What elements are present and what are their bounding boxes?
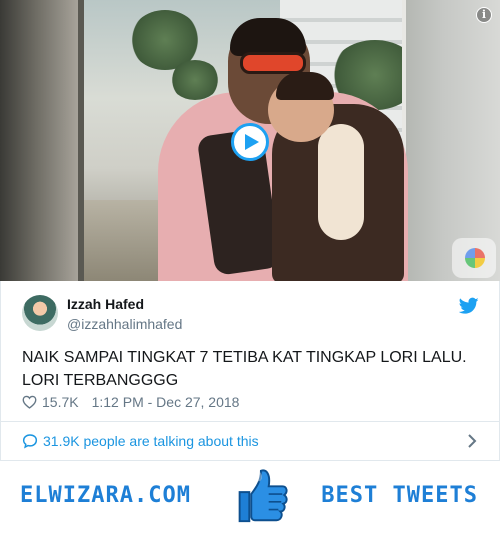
heart-icon[interactable] (22, 395, 37, 409)
tweet-card: Izzah Hafed @izzahhalimhafed NAIK SAMPAI… (0, 281, 500, 421)
video-door-frame (0, 0, 78, 281)
banner-tagline: BEST TWEETS (321, 483, 478, 508)
site-name[interactable]: ELWIZARA.COM (20, 483, 191, 508)
tweet-timestamp[interactable]: 1:12 PM - Dec 27, 2018 (92, 394, 240, 410)
user-name[interactable]: Izzah Hafed (67, 296, 144, 312)
thumbs-up-icon (238, 469, 288, 523)
avatar[interactable] (22, 295, 58, 331)
info-button[interactable]: i (476, 7, 492, 23)
video-background-tree (170, 60, 220, 100)
video-sunglasses (240, 52, 306, 74)
video-watermark-logo (452, 238, 496, 278)
user-handle[interactable]: @izzahhalimhafed (67, 316, 182, 332)
conversation-link[interactable]: 31.9K people are talking about this (0, 421, 500, 461)
conversation-label[interactable]: 31.9K people are talking about this (43, 433, 259, 449)
tweet-meta: 15.7K 1:12 PM - Dec 27, 2018 (22, 394, 239, 410)
play-button[interactable] (231, 123, 269, 161)
twitter-bird-icon[interactable] (459, 297, 479, 315)
speech-bubble-icon (22, 434, 38, 449)
video-pole (78, 0, 84, 281)
promo-banner: ELWIZARA.COM BEST TWEETS (0, 461, 500, 533)
watermark-icon (465, 248, 485, 268)
video-carrier-panel (318, 124, 364, 240)
play-icon (244, 134, 259, 150)
video-player[interactable]: i (0, 0, 500, 281)
chevron-right-icon (468, 434, 477, 448)
like-count[interactable]: 15.7K (42, 394, 79, 410)
info-icon: i (481, 8, 487, 21)
tweet-text: NAIK SAMPAI TINGKAT 7 TETIBA KAT TINGKAP… (22, 349, 467, 389)
video-baby-hair (276, 72, 334, 100)
video-person-hair (230, 18, 306, 56)
